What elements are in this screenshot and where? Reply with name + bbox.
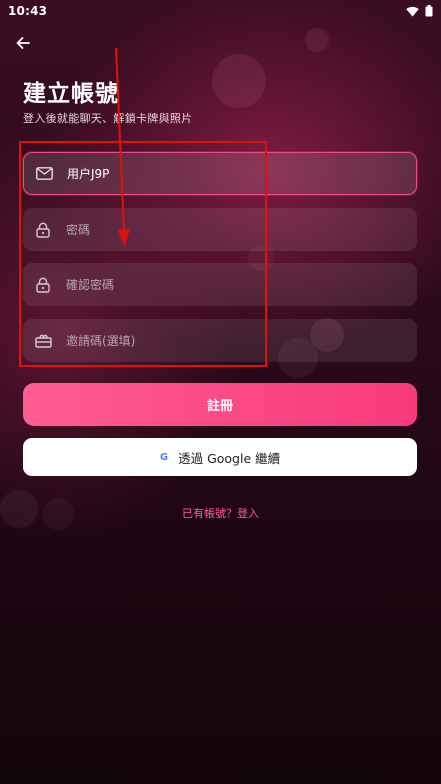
password-field[interactable]: [23, 208, 417, 251]
status-time: 10:43: [8, 4, 48, 18]
confirm-password-field[interactable]: [23, 263, 417, 306]
ticket-icon: [34, 332, 52, 350]
lock-icon: [34, 276, 52, 294]
page-subtitle: 登入後就能聊天、解鎖卡牌與照片: [23, 112, 193, 125]
password-input[interactable]: [66, 222, 386, 237]
register-button[interactable]: 註冊: [23, 383, 417, 426]
mail-icon: [35, 165, 53, 183]
google-icon: G: [159, 451, 169, 463]
status-icons: [406, 5, 433, 17]
invite-code-field[interactable]: [23, 319, 417, 362]
bokeh-light: [212, 54, 266, 108]
invite-code-input[interactable]: [66, 333, 386, 348]
username-field[interactable]: [23, 152, 417, 195]
bokeh-light: [305, 28, 329, 52]
page-title: 建立帳號: [23, 81, 119, 107]
back-button[interactable]: [12, 32, 34, 54]
lock-icon: [34, 221, 52, 239]
confirm-password-input[interactable]: [66, 277, 386, 292]
wifi-icon: [406, 6, 419, 16]
google-signin-button[interactable]: G 透過 Google 繼續: [23, 438, 417, 476]
arrow-left-icon: [16, 37, 30, 49]
login-link[interactable]: 已有帳號？登入: [0, 505, 441, 521]
status-bar: 10:43: [0, 0, 441, 22]
google-signin-label: 透過 Google 繼續: [178, 450, 281, 466]
username-input[interactable]: [67, 166, 387, 181]
battery-icon: [425, 5, 433, 17]
